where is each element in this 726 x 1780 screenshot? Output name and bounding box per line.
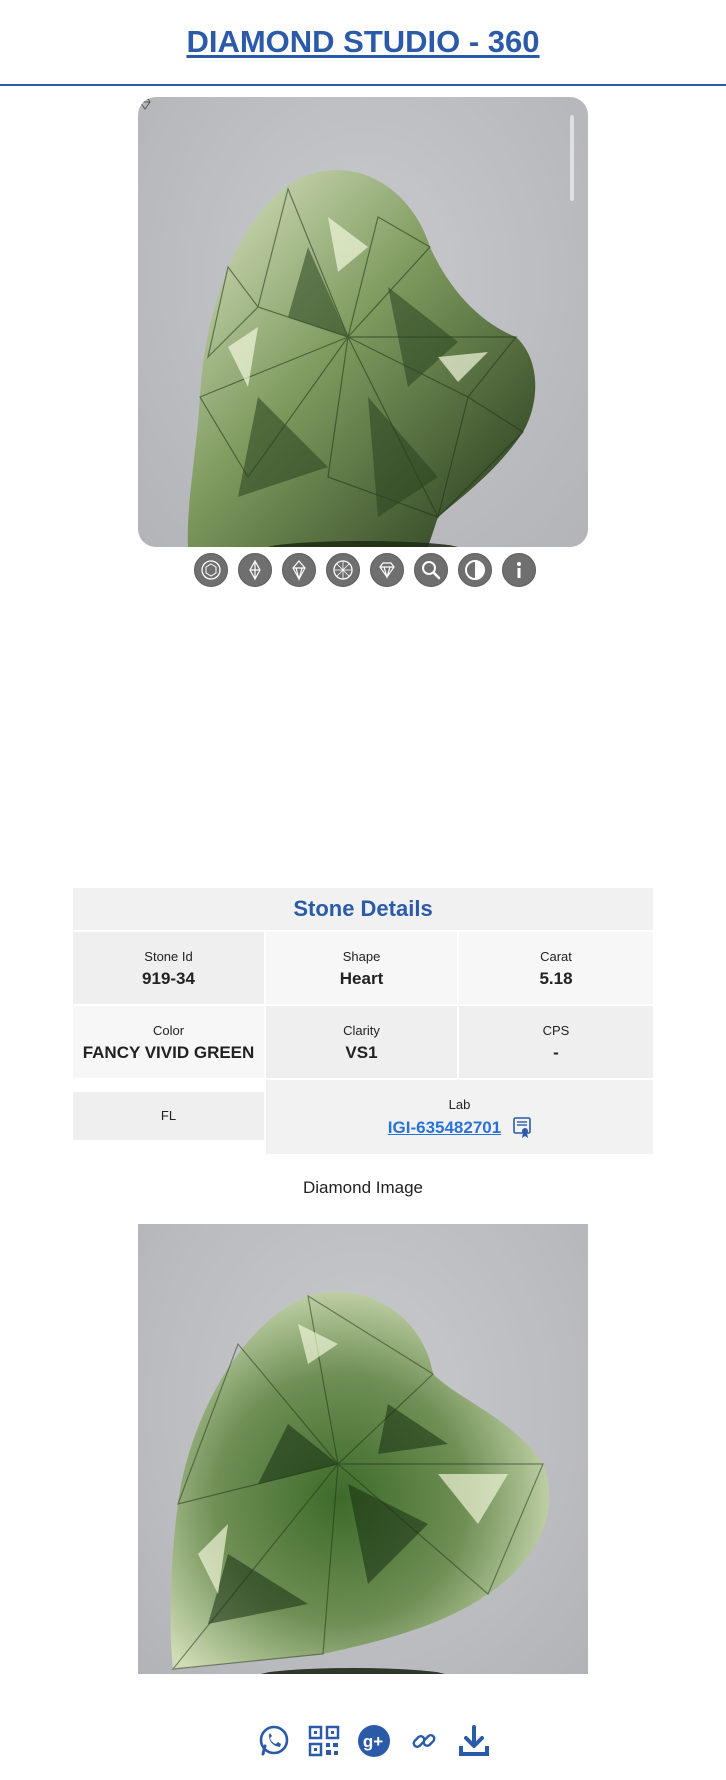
- top-view-icon[interactable]: [194, 553, 228, 587]
- stone-id-cell: Stone Id 919-34: [73, 932, 264, 1004]
- qr-code-icon[interactable]: [306, 1723, 342, 1759]
- certificate-icon[interactable]: [513, 1117, 532, 1139]
- clarity-value: VS1: [345, 1043, 378, 1062]
- fluorescence-cell: FL: [73, 1092, 264, 1140]
- lab-cell: Lab IGI-635482701: [266, 1080, 653, 1154]
- cps-value: -: [553, 1043, 559, 1062]
- google-plus-icon[interactable]: g+: [356, 1723, 392, 1759]
- clarity-label: Clarity: [343, 1023, 380, 1038]
- carat-cell: Carat 5.18: [459, 932, 653, 1004]
- page-title-link[interactable]: DIAMOND STUDIO - 360: [0, 24, 726, 60]
- lab-label: Lab: [448, 1097, 471, 1112]
- share-bar: g+: [256, 1722, 492, 1760]
- diamond-image-caption: Diamond Image: [302, 1178, 423, 1197]
- carat-label: Carat: [540, 949, 572, 964]
- bottom-view-icon[interactable]: [326, 553, 360, 587]
- clarity-cell: Clarity VS1: [266, 1006, 457, 1078]
- color-label: Color: [152, 1023, 185, 1038]
- cps-label: CPS: [542, 1023, 570, 1038]
- whatsapp-icon[interactable]: [256, 1723, 292, 1759]
- diamond-corner-icon: [139, 98, 151, 110]
- stone-id-value: 919-34: [142, 969, 195, 988]
- page-header: DIAMOND STUDIO - 360: [0, 0, 726, 86]
- link-icon[interactable]: [406, 1723, 442, 1759]
- viewer-scrollbar[interactable]: [570, 115, 574, 201]
- stone-id-label: Stone Id: [144, 949, 193, 964]
- shape-cell: Shape Heart: [266, 932, 457, 1004]
- pavilion-view-icon[interactable]: [282, 553, 316, 587]
- color-cell: Color FANCY VIVID GREEN: [73, 1006, 264, 1078]
- zoom-icon[interactable]: [414, 553, 448, 587]
- svg-text:g+: g+: [363, 1732, 383, 1751]
- side-view-icon[interactable]: [238, 553, 272, 587]
- viewer-toolbar: [194, 553, 536, 587]
- info-icon[interactable]: [502, 553, 536, 587]
- diamond-photo: [138, 1224, 588, 1674]
- diamond-360-viewer[interactable]: [138, 97, 588, 547]
- diamond-360-render: [187, 169, 536, 547]
- stone-details-title: Stone Details: [73, 888, 653, 930]
- diamond-photo-render: [170, 1291, 550, 1674]
- stone-details-section: Stone Details Stone Id 919-34 Shape Hear…: [73, 888, 653, 1154]
- color-value: FANCY VIVID GREEN: [82, 1043, 255, 1062]
- download-icon[interactable]: [456, 1723, 492, 1759]
- contrast-icon[interactable]: [458, 553, 492, 587]
- carat-value: 5.18: [539, 969, 573, 988]
- diamond-profile-icon[interactable]: [370, 553, 404, 587]
- shape-value: Heart: [339, 969, 384, 988]
- cps-cell: CPS -: [459, 1006, 653, 1078]
- lab-report-link[interactable]: IGI-635482701: [388, 1118, 501, 1138]
- shape-label: Shape: [342, 949, 381, 964]
